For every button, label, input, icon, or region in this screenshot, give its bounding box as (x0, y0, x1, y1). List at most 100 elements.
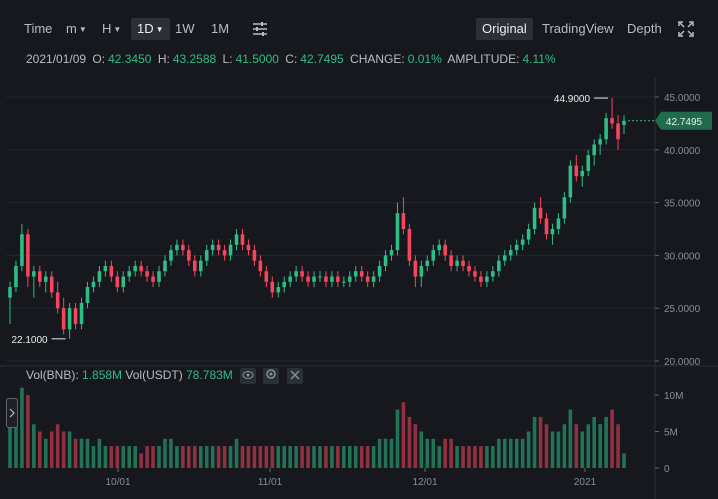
candle-body (538, 207, 543, 219)
hour-label: H (102, 21, 112, 36)
candle-body (598, 139, 602, 145)
volume-bar (622, 453, 626, 468)
volume-bar (407, 416, 412, 468)
candle-body (246, 244, 251, 251)
volume-bar (342, 446, 346, 468)
candle-body (169, 250, 173, 261)
day-interval-dropdown[interactable]: 1D ▼ (131, 18, 170, 40)
volume-bar (461, 446, 465, 468)
volume-bar (377, 438, 382, 468)
original-view-tab[interactable]: Original (476, 18, 533, 40)
volume-bar (121, 446, 126, 468)
candle-body (586, 155, 591, 171)
candle-body (109, 265, 114, 277)
candle-body (43, 276, 48, 282)
volume-bar (353, 446, 358, 468)
volume-bar (538, 416, 543, 468)
volume-bar (198, 446, 203, 468)
candle-body (258, 260, 263, 272)
volume-bar (455, 446, 459, 468)
week-interval-button[interactable]: 1W (169, 18, 201, 40)
volume-bar (467, 446, 471, 468)
volume-bar (389, 438, 394, 468)
time-tick-label: 11/01 (258, 477, 283, 488)
volume-bar (520, 438, 525, 468)
volume-bar (479, 446, 483, 468)
volume-bar (514, 438, 519, 468)
volume-bar (109, 446, 114, 468)
volume-bar (20, 387, 24, 468)
candle-body (240, 234, 245, 245)
candle-body (175, 244, 179, 251)
candle-body (592, 144, 596, 156)
volume-bar (270, 446, 275, 468)
volume-bar (497, 438, 501, 468)
candle-body (252, 250, 257, 261)
hour-interval-dropdown[interactable]: H ▼ (96, 18, 127, 40)
candle-body (270, 281, 275, 293)
candle-body (336, 276, 340, 282)
candle-body (556, 218, 561, 229)
caret-down-icon: ▼ (155, 24, 164, 34)
volume-tick-label: 10M (664, 391, 683, 402)
candle-body (210, 244, 215, 251)
amplitude-value: 4.11% (522, 52, 556, 66)
volume-bar (359, 446, 364, 468)
volume-bar (371, 446, 376, 468)
volume-bar (252, 446, 257, 468)
volume-bar (234, 438, 239, 468)
candle-body (514, 244, 519, 251)
volume-bar (425, 438, 430, 468)
candle-body (187, 250, 191, 261)
candle-body (431, 250, 436, 261)
indicator-settings-icon[interactable] (251, 20, 269, 38)
close-icon[interactable] (286, 368, 303, 384)
max-price-marker: 44.9000 (554, 94, 591, 105)
tradingview-tab[interactable]: TradingView (536, 18, 620, 40)
candle-body (562, 197, 567, 219)
week-label: 1W (175, 21, 195, 36)
depth-tab[interactable]: Depth (621, 18, 668, 40)
tradingview-label: TradingView (542, 21, 614, 36)
candle-body (330, 276, 334, 282)
volume-bar (187, 446, 191, 468)
candle-body (127, 271, 132, 277)
settings-gear-icon[interactable] (263, 368, 280, 384)
volume-bar (193, 446, 197, 468)
eye-icon[interactable] (240, 368, 257, 384)
panel-expand-handle[interactable] (6, 398, 18, 428)
candle-body (455, 260, 459, 266)
volume-bar (222, 446, 227, 468)
volume-bar (580, 431, 585, 468)
change-label: CHANGE: (350, 52, 405, 66)
volume-bar (32, 424, 36, 468)
candle-body (79, 302, 84, 325)
month-interval-button[interactable]: 1M (205, 18, 235, 40)
candle-body (502, 255, 507, 261)
volume-bar (300, 446, 304, 468)
low-value: 41.5000 (235, 52, 279, 66)
volume-bar (276, 446, 281, 468)
close-value: 42.7495 (300, 52, 344, 66)
candle-body (491, 271, 495, 277)
candle-body (38, 271, 42, 282)
volume-bar (49, 431, 54, 468)
candle-body (359, 271, 364, 277)
volume-bar (485, 446, 489, 468)
candlestick-chart[interactable]: 45.0000 40.0000 35.0000 30.0000 25.0000 20.00… (0, 78, 718, 499)
candle-body (544, 218, 549, 235)
volume-bar (115, 446, 120, 468)
candle-body (550, 229, 555, 235)
month-label: 1M (211, 21, 230, 36)
candle-body (234, 234, 239, 245)
volume-bar (336, 446, 340, 468)
fullscreen-icon[interactable] (677, 20, 695, 38)
volume-bar (532, 416, 537, 468)
candle-body (318, 276, 322, 278)
candle-body (163, 260, 167, 272)
volume-usdt-value: 78.783M (186, 368, 233, 383)
caret-down-icon: ▼ (78, 24, 87, 34)
time-interval-button[interactable]: Time (18, 18, 58, 40)
minute-interval-dropdown[interactable]: m ▼ (60, 18, 93, 40)
volume-bnb-label: Vol(BNB): (26, 368, 79, 383)
